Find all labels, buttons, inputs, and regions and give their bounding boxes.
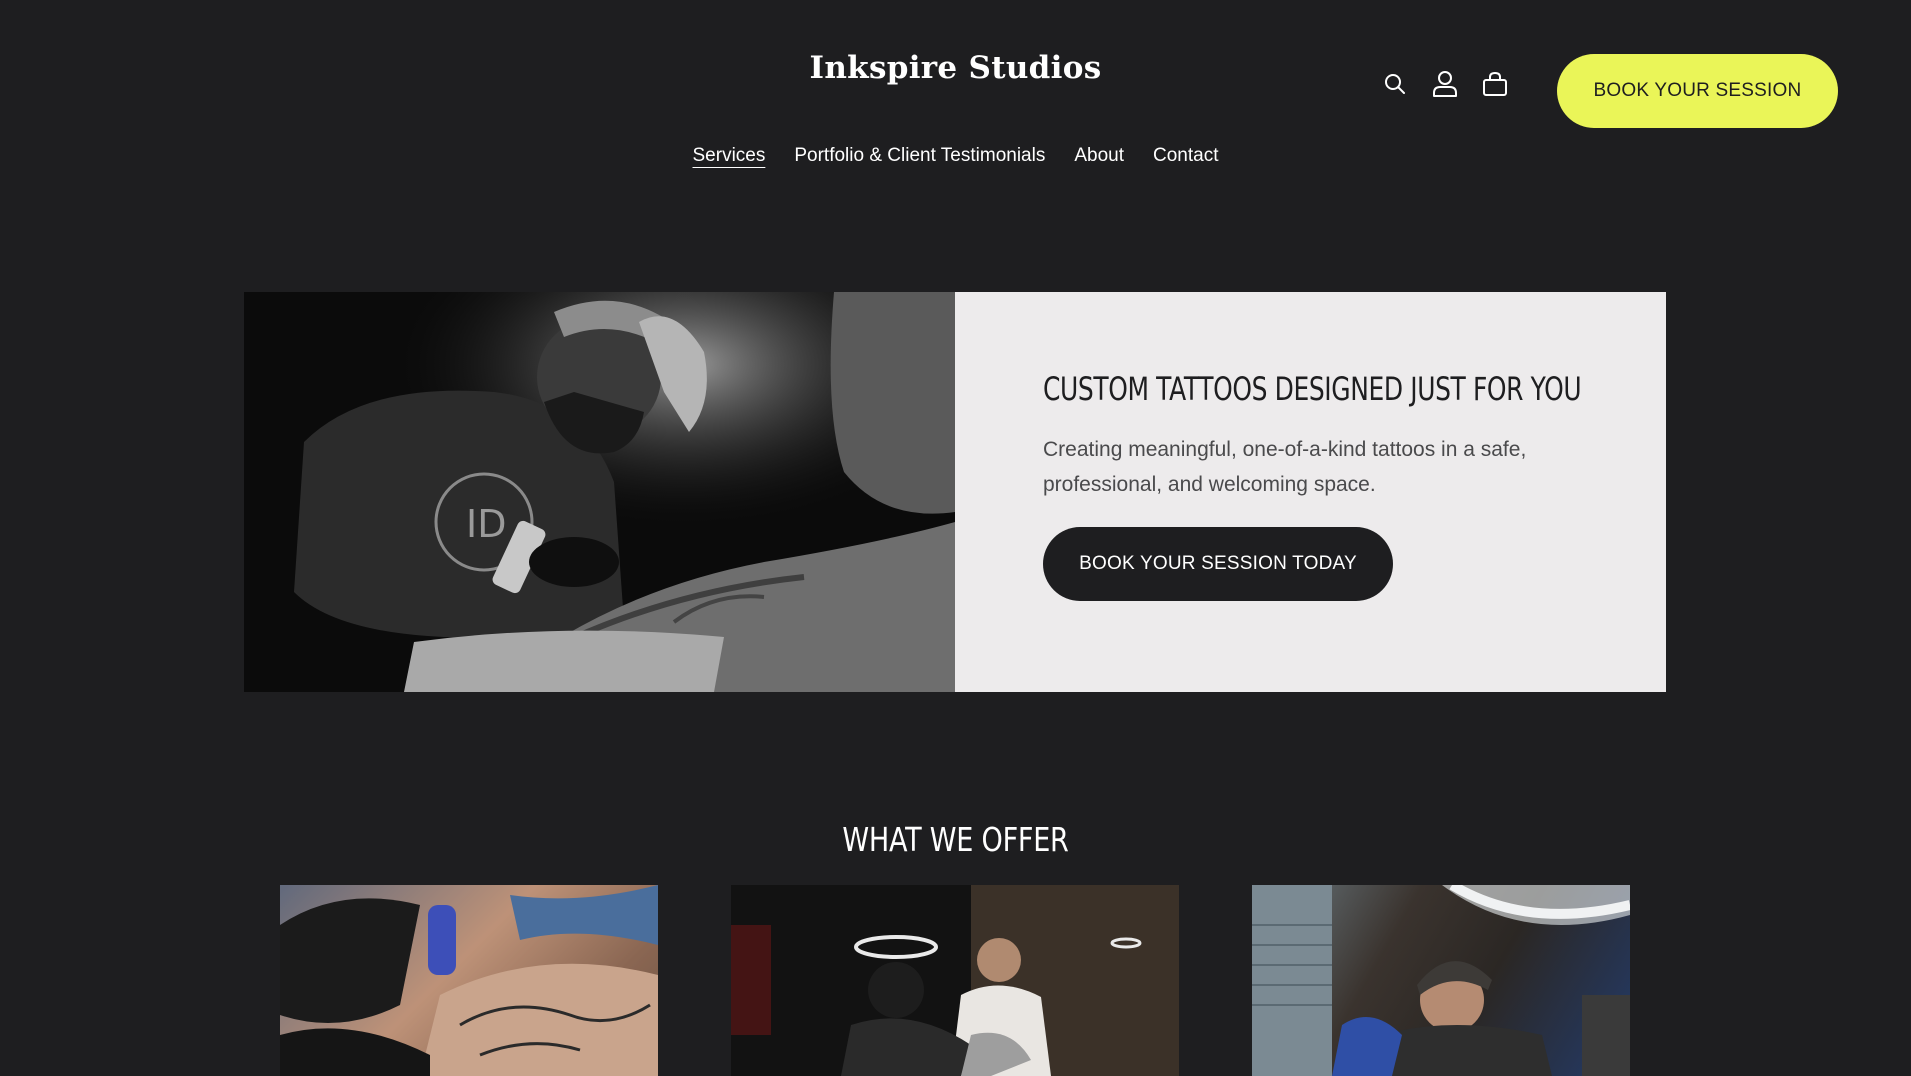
- nav-about[interactable]: About: [1074, 145, 1124, 167]
- offer-card-3-image[interactable]: [1252, 885, 1630, 1076]
- hero-panel: CUSTOM TATTOOS DESIGNED JUST FOR YOU Cre…: [955, 292, 1666, 692]
- hero-section: ID CUSTOM TATTOOS DESIGNED JUST FOR YOU …: [244, 292, 1666, 692]
- nav-services[interactable]: Services: [693, 145, 766, 167]
- offer-card-2-image[interactable]: [731, 885, 1179, 1076]
- cart-icon[interactable]: [1481, 70, 1508, 97]
- book-session-today-button[interactable]: BOOK YOUR SESSION TODAY: [1043, 527, 1393, 601]
- book-session-button[interactable]: BOOK YOUR SESSION: [1557, 54, 1838, 128]
- offer-card-1-image[interactable]: [280, 885, 658, 1076]
- site-header: Inkspire Studios Services Portfolio & Cl…: [0, 0, 1911, 200]
- account-icon[interactable]: [1431, 70, 1458, 97]
- header-icons: [1381, 70, 1508, 97]
- offer-section-title: WHAT WE OFFER: [842, 820, 1069, 859]
- hero-image: ID: [244, 292, 955, 692]
- svg-text:ID: ID: [466, 502, 506, 546]
- hero-title: CUSTOM TATTOOS DESIGNED JUST FOR YOU: [1043, 370, 1582, 408]
- main-nav: Services Portfolio & Client Testimonials…: [0, 145, 1911, 167]
- hero-description: Creating meaningful, one-of-a-kind tatto…: [1043, 438, 1527, 496]
- search-icon[interactable]: [1381, 70, 1408, 97]
- nav-portfolio[interactable]: Portfolio & Client Testimonials: [794, 145, 1045, 167]
- nav-contact[interactable]: Contact: [1153, 145, 1218, 167]
